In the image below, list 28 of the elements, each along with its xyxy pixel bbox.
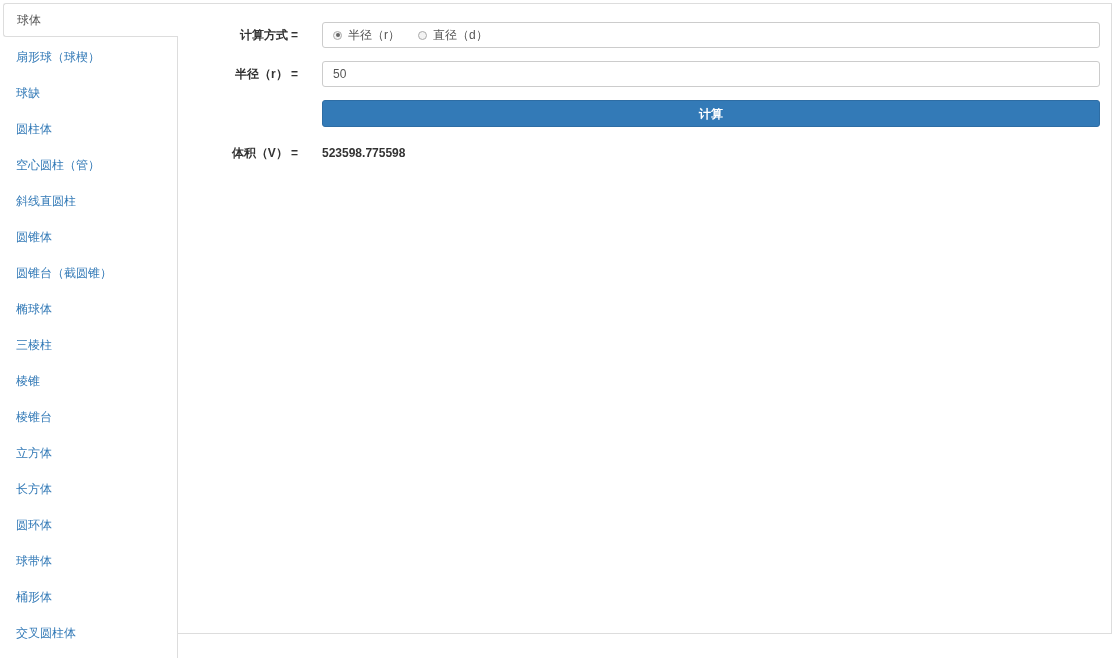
sidebar-tab[interactable]: 圆柱体 xyxy=(3,111,177,147)
calculate-button[interactable]: 计算 xyxy=(322,100,1100,127)
radio-option[interactable]: 直径（d） xyxy=(418,26,488,44)
sidebar-tab[interactable]: 球带体 xyxy=(3,543,177,579)
sidebar-tab[interactable]: 圆锥台（截圆锥） xyxy=(3,255,177,291)
field-label: 半径（r） = xyxy=(234,66,299,83)
sidebar-tab[interactable]: 棱锥 xyxy=(3,363,177,399)
sidebar-tab[interactable]: 桶形体 xyxy=(3,579,177,615)
sidebar-tab[interactable]: 球体 xyxy=(3,3,178,37)
radio-option[interactable]: 半径（r） xyxy=(333,26,400,44)
sidebar-tab[interactable]: 球缺 xyxy=(3,75,177,111)
sidebar-tab[interactable]: 交叉圆柱体 xyxy=(3,615,177,651)
sidebar-tab[interactable]: 长方体 xyxy=(3,471,177,507)
sidebar-tab[interactable]: 扇形球（球楔） xyxy=(3,39,177,75)
sidebar-tab[interactable]: 圆锥体 xyxy=(3,219,177,255)
sidebar-tab[interactable]: 斜线直圆柱 xyxy=(3,183,177,219)
result-label: 体积（V） = xyxy=(230,145,299,162)
result-value: 523598.775598 xyxy=(322,145,406,162)
radio-button[interactable] xyxy=(418,30,427,40)
sidebar-tab[interactable]: 椭球体 xyxy=(3,291,177,327)
sidebar-tab[interactable]: 空心圆柱（管） xyxy=(3,147,177,183)
sidebar-tab[interactable]: 棱锥台 xyxy=(3,399,177,435)
sidebar-tab[interactable]: 立方体 xyxy=(3,435,177,471)
field-label: 计算方式 = xyxy=(238,27,299,44)
radius-input[interactable]: 50 xyxy=(322,61,1100,87)
sidebar-tab[interactable]: 三棱柱 xyxy=(3,327,177,363)
sidebar-tab[interactable]: 圆环体 xyxy=(3,507,177,543)
radio-button[interactable] xyxy=(333,30,342,40)
